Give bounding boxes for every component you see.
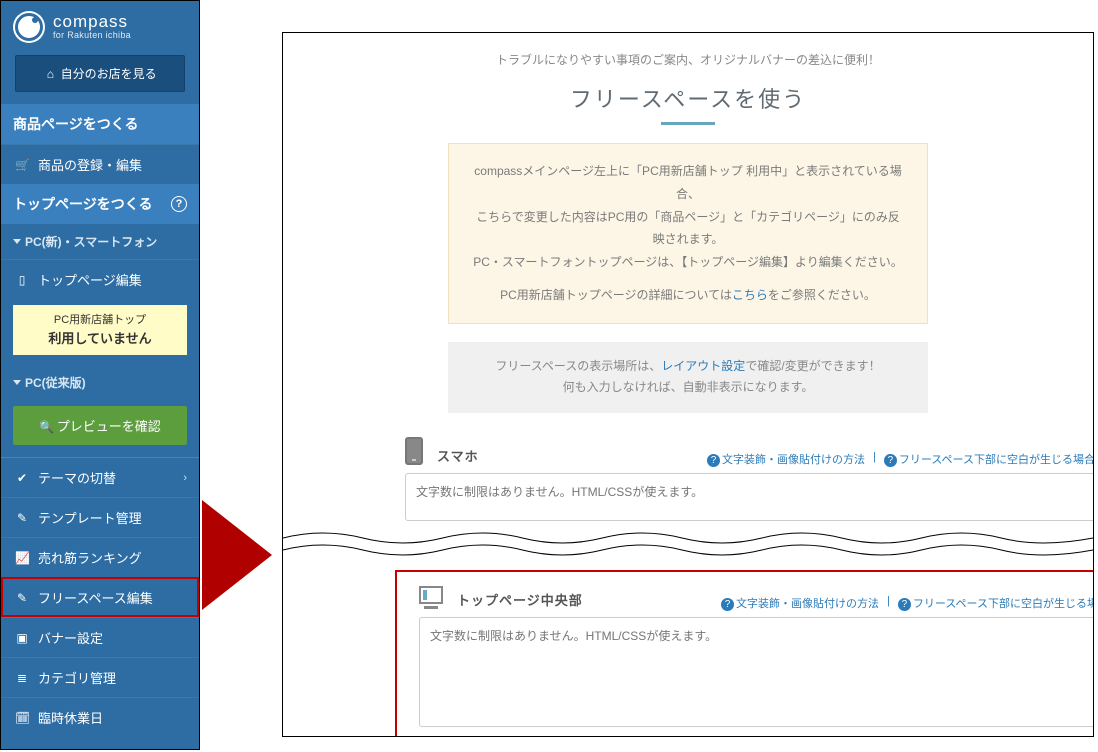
brand-name: compass [53, 13, 131, 32]
nav-ranking[interactable]: 📈 売れ筋ランキング [1, 537, 199, 577]
nav-top-edit[interactable]: ▯ トップページ編集 [1, 259, 199, 299]
help-links-sp: ?文字装飾・画像貼付けの方法 | ?フリースペース下部に空白が生じる場合 [707, 451, 1094, 467]
help-decoration-link[interactable]: ?文字装飾・画像貼付けの方法 [721, 595, 879, 611]
cart-icon: 🛒 [15, 158, 29, 172]
section-top-pages[interactable]: トップページをつくる ? [1, 184, 199, 224]
status-line1: PC用新店舗トップ [19, 312, 181, 329]
group-pc-new[interactable]: PC(新)・スマートフォン [1, 224, 199, 259]
brand-logo: compass for Rakuten ichiba [1, 1, 199, 51]
title-underline [661, 122, 715, 125]
page-title: フリースペースを使う [283, 76, 1093, 122]
compass-logo-icon [13, 11, 45, 43]
pointer-arrow [202, 500, 272, 610]
help-blank-link[interactable]: ?フリースペース下部に空白が生じる場合 [898, 595, 1094, 611]
nav-banner[interactable]: ▣ バナー設定 [1, 617, 199, 657]
monitor-center-icon [419, 586, 449, 609]
phone-icon: ▯ [15, 273, 29, 287]
chevron-right-icon: › [183, 472, 187, 484]
list-icon: ≣ [15, 671, 29, 685]
view-store-button[interactable]: ⌂ 自分のお店を見る [15, 55, 185, 92]
nav-holiday[interactable]: 🗓 臨時休業日 [1, 697, 199, 737]
nav-category[interactable]: ≣ カテゴリ管理 [1, 657, 199, 697]
nav-product-register-label: 商品の登録・編集 [38, 155, 142, 174]
freespace-sp-input[interactable] [405, 473, 1094, 521]
status-line2: 利用していません [19, 329, 181, 349]
nav-product-register[interactable]: 🛒 商品の登録・編集 [1, 144, 199, 184]
nav-freespace-edit[interactable]: ✎ フリースペース編集 [1, 577, 199, 617]
brush-icon: ✎ [15, 511, 29, 525]
torn-separator [283, 528, 1093, 558]
view-store-label: 自分のお店を見る [61, 67, 157, 81]
help-icon[interactable]: ? [171, 196, 187, 212]
preview-label: プレビューを確認 [57, 419, 161, 434]
home-icon: ⌂ [43, 67, 57, 81]
freespace-center-input[interactable] [419, 617, 1094, 727]
main-panel: トラブルになりやすい事項のご案内、オリジナルバナーの差込に便利！ フリースペース… [282, 32, 1094, 737]
nav-template[interactable]: ✎ テンプレート管理 [1, 497, 199, 537]
layout-settings-link[interactable]: レイアウト設定 [661, 359, 745, 373]
layout-info-box: フリースペースの表示場所は、レイアウト設定で確認/変更ができます！ 何も入力しな… [448, 342, 928, 413]
block-sp-title: スマホ [437, 446, 479, 465]
check-icon: ✔ [15, 471, 29, 485]
help-blank-link[interactable]: ?フリースペース下部に空白が生じる場合 [884, 451, 1094, 467]
help-links-center: ?文字装飾・画像貼付けの方法 | ?フリースペース下部に空白が生じる場合 [721, 595, 1094, 611]
nav-theme[interactable]: ✔ テーマの切替 › [1, 457, 199, 497]
group-pc-old[interactable]: PC(従来版) [1, 365, 199, 400]
search-icon: 🔍 [39, 420, 53, 434]
sidebar: compass for Rakuten ichiba ⌂ 自分のお店を見る 商品… [0, 0, 200, 750]
section-top-label: トップページをつくる [13, 194, 152, 214]
tagline: トラブルになりやすい事項のご案内、オリジナルバナーの差込に便利！ [283, 33, 1093, 76]
calendar-icon: 🗓 [15, 711, 29, 725]
block-top-center: トップページ中央部 ?文字装飾・画像貼付けの方法 | ?フリースペース下部に空白… [419, 582, 1039, 730]
brand-sub: for Rakuten ichiba [53, 31, 131, 41]
chart-icon: 📈 [15, 551, 29, 565]
image-icon: ▣ [15, 631, 29, 645]
notice-link[interactable]: こちら [732, 288, 768, 302]
nav-theme-label: テーマの切替 [38, 468, 116, 487]
nav-top-edit-label: トップページ編集 [38, 270, 142, 289]
preview-button[interactable]: 🔍 プレビューを確認 [13, 406, 187, 445]
help-decoration-link[interactable]: ?文字装飾・画像貼付けの方法 [707, 451, 865, 467]
notice-box: compassメインページ左上に「PC用新店舗トップ 利用中」と表示されている場… [448, 143, 928, 324]
section-product-pages[interactable]: 商品ページをつくる [1, 104, 199, 144]
smartphone-icon [405, 437, 423, 465]
block-smartphone: スマホ ?文字装飾・画像貼付けの方法 | ?フリースペース下部に空白が生じる場合 [405, 433, 1025, 524]
highlighted-center-block: トップページ中央部 ?文字装飾・画像貼付けの方法 | ?フリースペース下部に空白… [395, 570, 1094, 737]
pc-store-status: PC用新店舗トップ 利用していません [13, 305, 187, 355]
pencil-icon: ✎ [15, 591, 29, 605]
block-center-title: トップページ中央部 [457, 590, 583, 609]
